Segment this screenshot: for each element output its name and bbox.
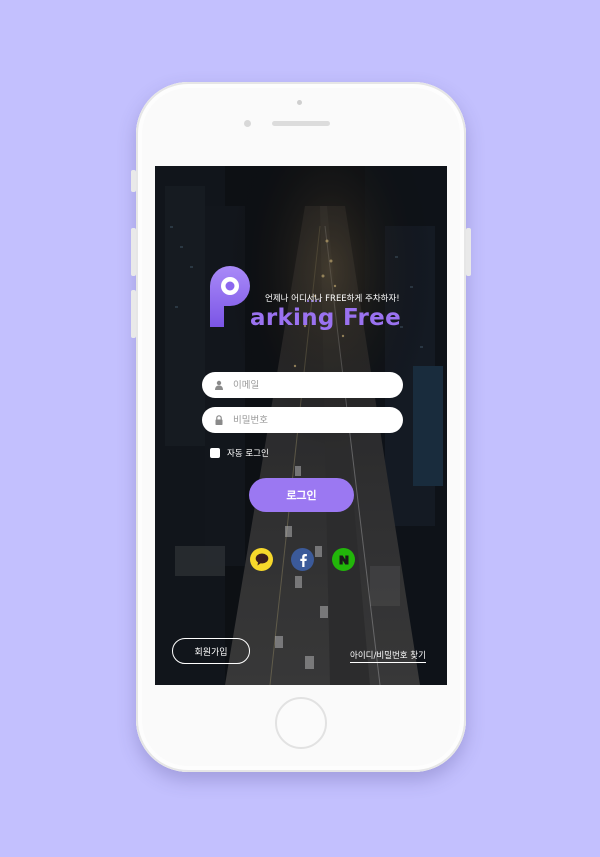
find-id-password-link[interactable]: 아이디/비밀번호 찾기 [350, 649, 426, 663]
facebook-f-icon [299, 553, 307, 567]
naver-login-button[interactable] [332, 548, 355, 571]
auto-login-checkbox[interactable] [210, 448, 220, 458]
password-input[interactable] [233, 414, 393, 426]
user-icon [214, 380, 224, 390]
email-input[interactable] [233, 379, 393, 391]
signup-button[interactable]: 회원가입 [172, 638, 250, 664]
proximity-sensor [297, 100, 302, 105]
kakao-talk-bubble-icon [255, 553, 268, 566]
logo-p-icon [210, 266, 250, 327]
kakao-login-button[interactable] [250, 548, 273, 571]
power-button [466, 228, 471, 276]
front-camera [244, 120, 251, 127]
earpiece-speaker [272, 121, 330, 126]
password-field[interactable] [202, 407, 403, 433]
lock-icon [214, 415, 224, 425]
tagline: 언제나 어디서나 FREE하게 주차하자! [265, 294, 400, 304]
app-screen: 언제나 어디서나 FREE하게 주차하자! arking Free 자동 로그인… [155, 166, 447, 685]
volume-down-button [131, 290, 136, 338]
home-button[interactable] [275, 697, 327, 749]
volume-up-button [131, 228, 136, 276]
auto-login-label: 자동 로그인 [227, 449, 269, 459]
login-button[interactable]: 로그인 [249, 478, 354, 512]
brand-name: arking Free [250, 305, 401, 331]
naver-n-icon [339, 555, 348, 564]
email-field[interactable] [202, 372, 403, 398]
auto-login-option[interactable]: 자동 로그인 [210, 447, 269, 459]
facebook-login-button[interactable] [291, 548, 314, 571]
mute-switch [131, 170, 136, 192]
